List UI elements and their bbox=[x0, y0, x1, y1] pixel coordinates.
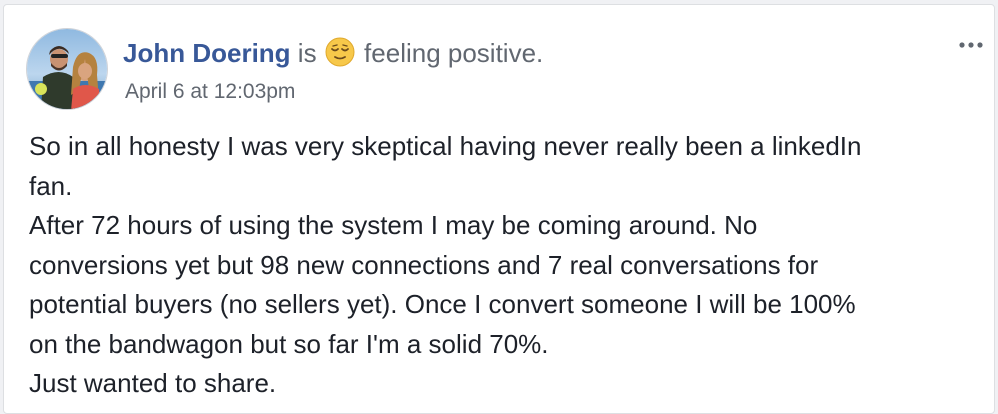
feeling-text[interactable]: feeling positive. bbox=[364, 38, 543, 68]
more-options-icon[interactable] bbox=[956, 38, 986, 52]
avatar-photo bbox=[27, 29, 107, 109]
post-card: John Doering is feeling positive. April … bbox=[3, 4, 995, 414]
post-body-line: Just wanted to share. bbox=[29, 368, 277, 398]
post-body-line: After 72 hours of using the system I may… bbox=[29, 210, 758, 240]
author-name-link[interactable]: John Doering bbox=[123, 38, 291, 68]
post-body-line: potential buyers (no sellers yet). Once … bbox=[29, 289, 856, 319]
relieved-face-emoji-icon bbox=[325, 37, 355, 75]
post-body: So in all honesty I was very skeptical h… bbox=[29, 127, 979, 404]
post-body-line: fan. bbox=[29, 170, 73, 201]
post-body-line: So in all honesty I was very skeptical h… bbox=[29, 131, 862, 161]
post-body-line: on the bandwagon but so far I'm a solid … bbox=[29, 328, 549, 359]
activity-prefix: is bbox=[297, 38, 317, 68]
post-body-line: conversions yet but 98 new connections a… bbox=[29, 249, 819, 280]
author-avatar[interactable] bbox=[26, 28, 108, 110]
post-header: John Doering is feeling positive. bbox=[123, 36, 543, 75]
post-timestamp-link[interactable]: April 6 at 12:03pm bbox=[125, 78, 295, 106]
